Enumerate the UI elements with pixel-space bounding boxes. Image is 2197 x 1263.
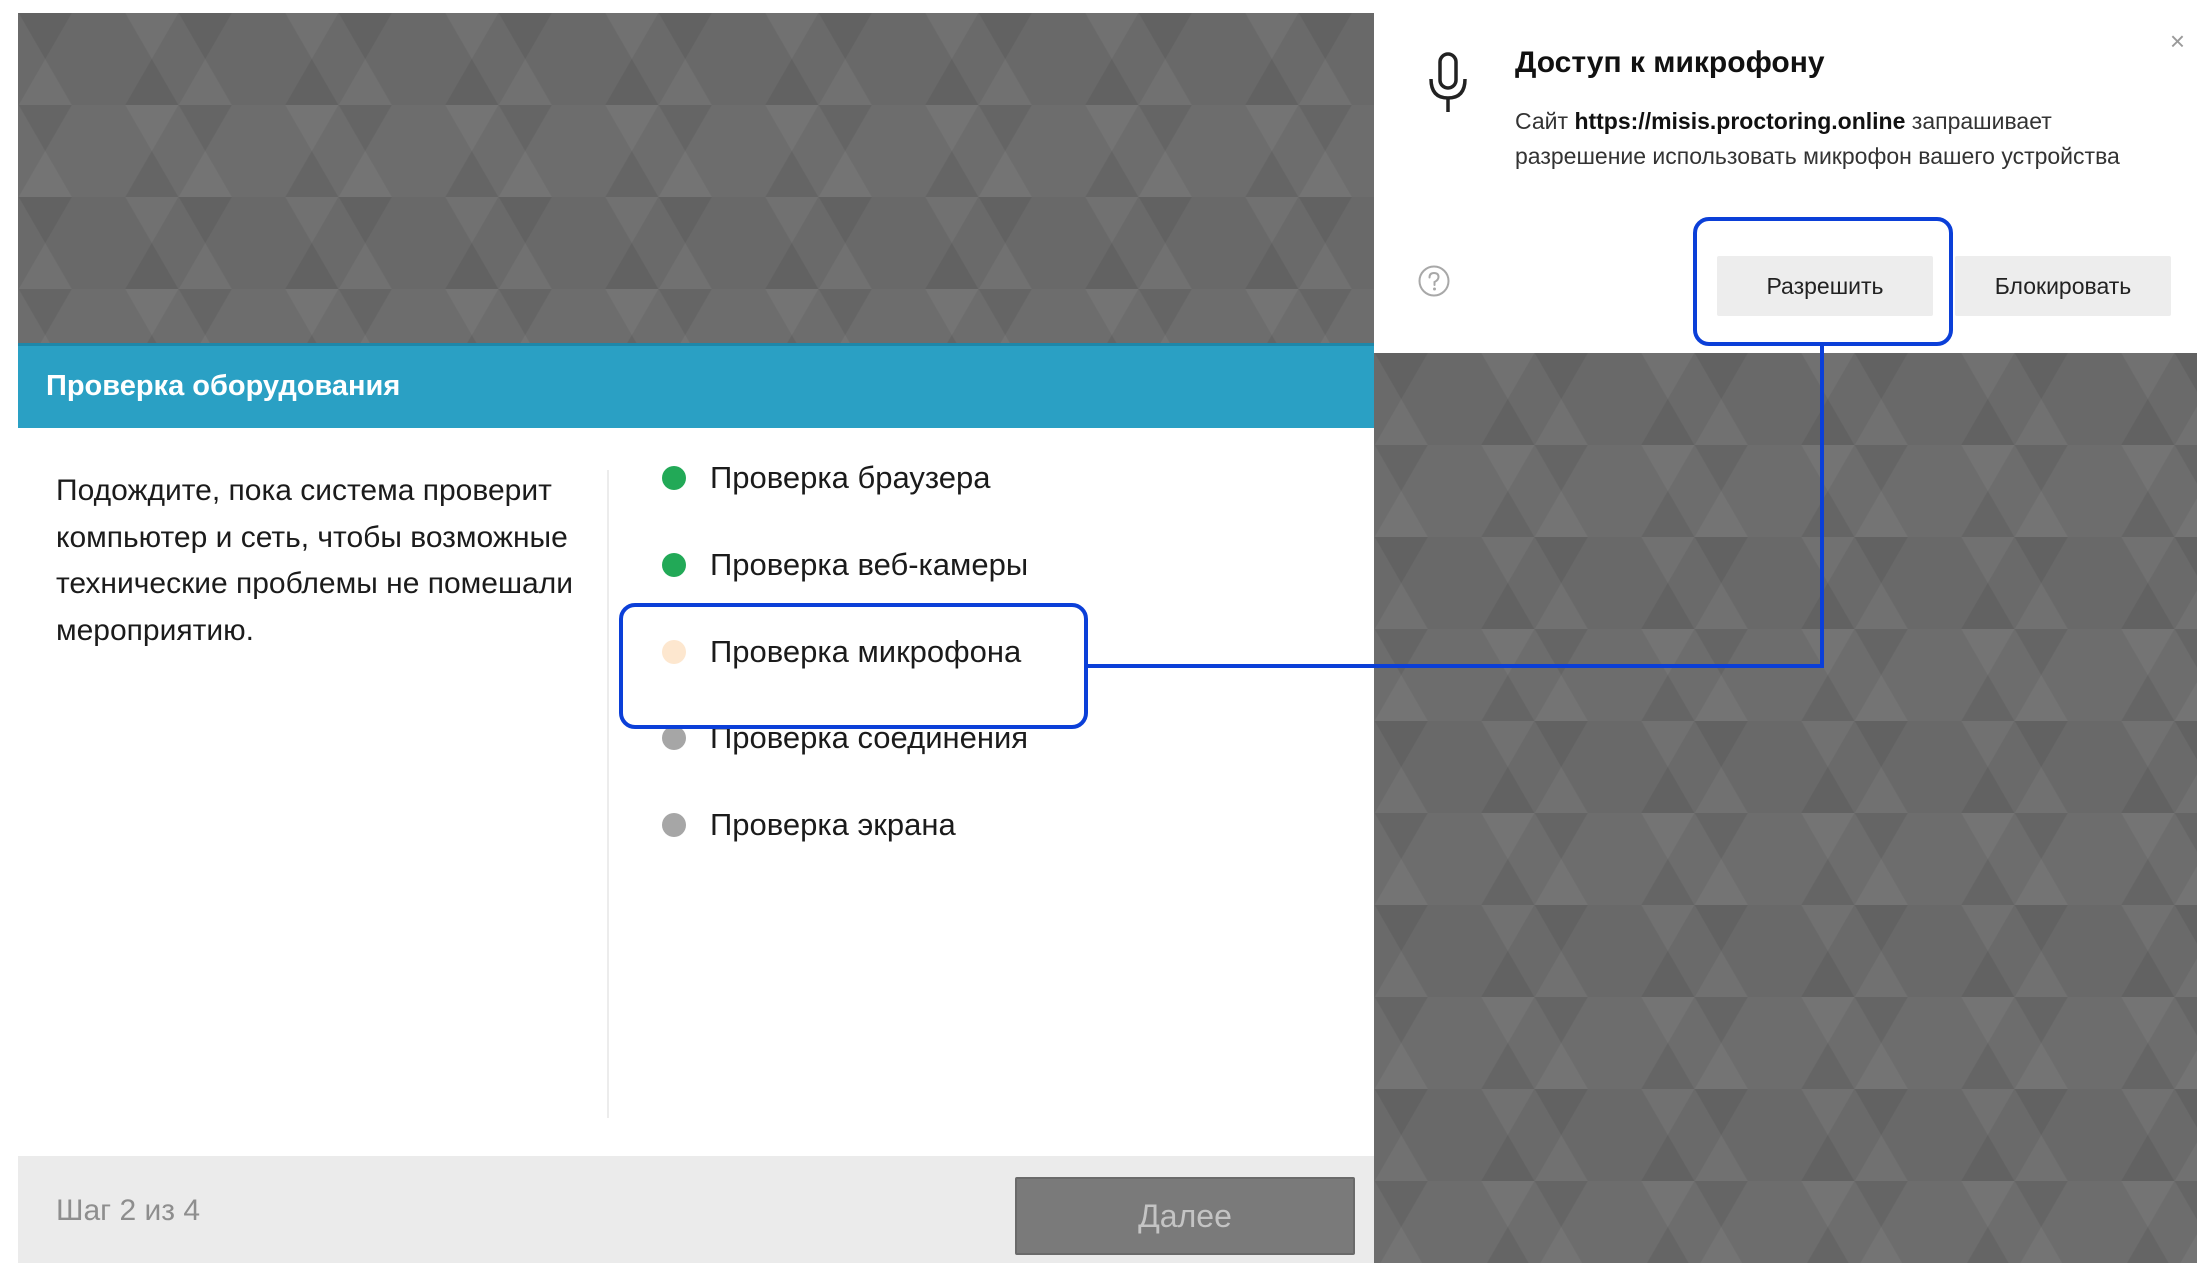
check-label: Проверка браузера [710, 460, 991, 495]
close-icon[interactable]: × [2170, 26, 2185, 57]
check-item-connection: Проверка соединения [662, 718, 1028, 758]
check-item-webcam: Проверка веб-камеры [662, 545, 1028, 585]
microphone-permission-popup: Доступ к микрофону Сайт https://misis.pr… [1374, 10, 2197, 353]
vertical-divider [607, 470, 609, 1118]
card-title: Проверка оборудования [46, 370, 401, 402]
check-description: Подождите, пока система проверит компьют… [56, 474, 573, 647]
microphone-icon [1429, 52, 1467, 112]
card-footer: Шаг 2 из 4 Далее [18, 1156, 1374, 1263]
check-label: Проверка веб-камеры [710, 547, 1029, 582]
popup-message: Сайт https://misis.proctoring.online зап… [1515, 104, 2135, 174]
check-item-browser: Проверка браузера [662, 458, 990, 498]
block-button[interactable]: Блокировать [1955, 256, 2171, 316]
check-item-microphone: Проверка микрофона [662, 632, 1021, 672]
check-label: Проверка соединения [710, 720, 1029, 755]
allow-button[interactable]: Разрешить [1717, 256, 1933, 316]
status-dot-in-progress [662, 640, 686, 664]
check-item-screen: Проверка экрана [662, 805, 956, 845]
site-url: https://misis.proctoring.online [1574, 108, 1906, 134]
card-header: Проверка оборудования [18, 343, 1374, 428]
status-dot-pending [662, 726, 686, 750]
next-button[interactable]: Далее [1015, 1177, 1355, 1255]
check-label: Проверка экрана [710, 807, 956, 842]
background-pattern-top [18, 13, 1374, 343]
step-indicator: Шаг 2 из 4 [56, 1194, 201, 1227]
screen: Проверка оборудования Подождите, пока си… [0, 0, 2197, 1263]
help-icon[interactable] [1417, 264, 1451, 298]
popup-title: Доступ к микрофону [1515, 46, 1825, 79]
check-label: Проверка микрофона [710, 634, 1022, 669]
card-body: Подождите, пока система проверит компьют… [18, 428, 1374, 1156]
status-dot-pending [662, 813, 686, 837]
status-dot-passed [662, 553, 686, 577]
status-dot-passed [662, 466, 686, 490]
message-prefix: Сайт [1515, 108, 1569, 134]
background-pattern-right [1374, 353, 2197, 1263]
